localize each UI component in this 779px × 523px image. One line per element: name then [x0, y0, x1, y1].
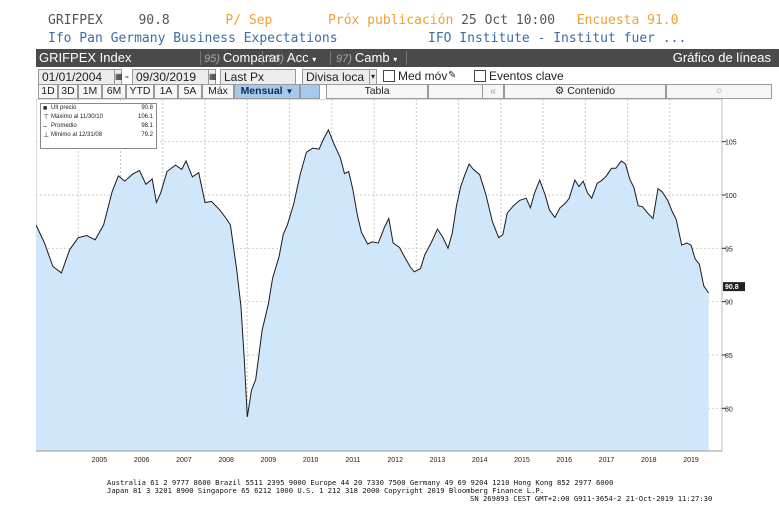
up-tick-icon: ⊤	[43, 114, 50, 121]
x-tick-label: 2009	[261, 457, 277, 464]
security-description: Ifo Pan Germany Business Expectations	[48, 31, 338, 46]
x-tick-label: 2015	[514, 457, 530, 464]
frequency-dropdown[interactable]: Mensual ▼	[234, 84, 300, 99]
period-3d[interactable]: 3D	[58, 84, 78, 99]
chart-title: Gráfico de líneas	[672, 50, 771, 65]
data-source: IFO Institute - Institut fuer ...	[428, 31, 687, 46]
y-tick-label: 100	[725, 193, 737, 200]
moving-average-checkbox[interactable]	[383, 70, 395, 82]
color-swatch-button[interactable]	[300, 84, 320, 99]
legend-min: ⊥ Mínimo al 12/31/08 79.2	[43, 132, 153, 139]
survey-value: 91.0	[647, 13, 679, 28]
ticker: GRIFPEX	[48, 13, 103, 28]
period-tabs: 1D 3D 1M 6M YTD 1A 5A Máx Mensual ▼ Tabl…	[36, 84, 779, 99]
period-badge: P/ Sep	[225, 13, 273, 28]
edit-menu-button[interactable]: 97) Camb ▾	[336, 49, 397, 67]
footer-timestamp: SN 269893 CEST GMT+2:00 G911-3654-2 21-O…	[470, 494, 713, 503]
legend-max: ⊤ Máximo al 11/30/10 106.1	[43, 114, 153, 121]
next-release-label: Próx publicación	[328, 13, 454, 28]
last-value: 90.8	[138, 13, 170, 28]
chevron-down-icon[interactable]: ▾	[369, 69, 377, 85]
chevron-down-icon: ▾	[393, 55, 398, 64]
period-1a[interactable]: 1A	[154, 84, 178, 99]
next-release-date: 25 Oct 10:00	[461, 13, 556, 28]
legend-average: – Promedio 98.1	[43, 123, 153, 130]
y-tick-label: 105	[725, 140, 737, 147]
period-max[interactable]: Máx	[202, 84, 234, 99]
start-date-field[interactable]: 01/01/2004	[38, 69, 116, 85]
table-button[interactable]: Tabla	[326, 84, 428, 99]
options-icon[interactable]: ○	[666, 84, 772, 99]
x-tick-label: 2013	[430, 457, 446, 464]
currency-select[interactable]: Divisa loca	[302, 69, 370, 85]
settings-icon: ⚙	[554, 85, 565, 97]
x-tick-label: 2014	[472, 457, 488, 464]
x-tick-label: 2005	[92, 457, 108, 464]
line-chart: 80 85 90 95 100 105 90.8 2005 2006 2007 2008 2009 20…	[36, 99, 745, 464]
y-tick-label: 95	[725, 246, 733, 253]
y-tick-label: 90	[725, 300, 733, 307]
x-tick-label: 2012	[387, 457, 403, 464]
down-tick-icon: ⊥	[43, 132, 50, 139]
chevron-down-icon: ▾	[312, 55, 317, 64]
pencil-icon[interactable]: ✎	[448, 69, 456, 83]
square-icon: ■	[43, 105, 48, 112]
x-tick-label: 2017	[599, 457, 615, 464]
price-field-select[interactable]: Last Px	[220, 69, 296, 85]
x-tick-label: 2007	[176, 457, 192, 464]
dash-icon: –	[43, 123, 47, 130]
chevron-down-icon: ▼	[285, 87, 294, 96]
x-tick-label: 2019	[683, 457, 699, 464]
key-events-label: Eventos clave	[489, 69, 564, 83]
end-date-field[interactable]: 09/30/2019	[132, 69, 210, 85]
x-tick-label: 2011	[345, 457, 360, 464]
calendar-icon[interactable]: ▦	[114, 69, 123, 85]
moving-average-label: Med móv	[398, 69, 448, 83]
key-events-checkbox[interactable]	[474, 70, 486, 82]
last-price-label: 90.8	[725, 284, 739, 291]
legend-last: ■ Últ precio 90.8	[43, 105, 153, 112]
x-tick-label: 2018	[641, 457, 657, 464]
y-tick-label: 80	[725, 406, 733, 413]
calendar-icon[interactable]: ▦	[208, 69, 217, 85]
scroll-left-icon[interactable]: «	[482, 84, 504, 99]
survey-label: Encuesta	[576, 13, 640, 28]
chart-legend: ■ Últ precio 90.8 ⊤ Máximo al 11/30/10 106…	[40, 103, 157, 149]
period-1m[interactable]: 1M	[78, 84, 102, 99]
x-tick-label: 2010	[303, 457, 319, 464]
x-tick-label: 2006	[134, 457, 150, 464]
y-tick-label: 85	[725, 353, 733, 360]
period-1d[interactable]: 1D	[38, 84, 58, 99]
period-ytd[interactable]: YTD	[126, 84, 154, 99]
x-tick-label: 2008	[218, 457, 234, 464]
period-5a[interactable]: 5A	[178, 84, 202, 99]
main-toolbar: GRIFPEX Index 95) Comparar 96) Acc ▾ 97) Ca…	[36, 49, 779, 67]
actions-menu-button[interactable]: 96) Acc ▾	[268, 49, 316, 67]
date-controls: 01/01/2004 ▦ - 09/30/2019 ▦ Last Px Divi…	[36, 68, 779, 85]
content-button[interactable]: ⚙ Contenido	[504, 84, 666, 99]
security-field[interactable]: GRIFPEX Index	[39, 49, 131, 67]
header-line-1: GRIFPEX 90.8 P/ Sep Próx publicación 25 …	[48, 13, 678, 28]
x-tick-label: 2016	[556, 457, 572, 464]
period-6m[interactable]: 6M	[102, 84, 126, 99]
